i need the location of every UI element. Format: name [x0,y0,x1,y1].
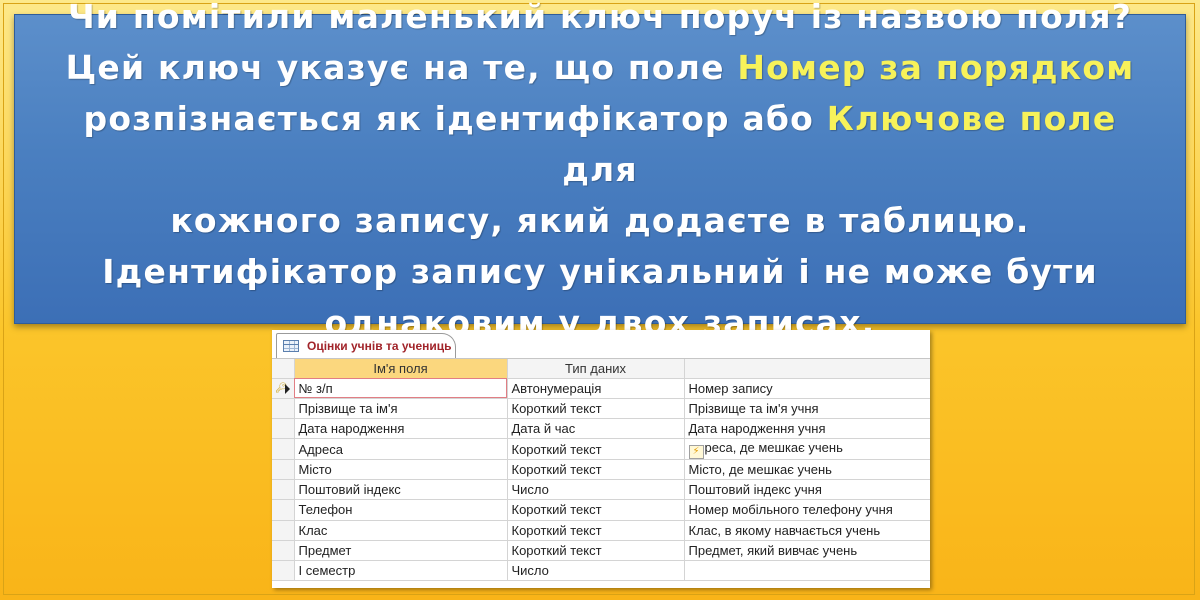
table-icon [283,340,299,352]
data-type-cell[interactable]: Дата й час [507,418,685,440]
table-row[interactable]: Поштовий індекс Число Поштовий індекс уч… [272,479,930,501]
data-type-cell[interactable]: Число [507,560,685,582]
banner-line-2: Цей ключ указує на те, що поле [65,47,738,87]
field-name-cell[interactable]: Місто [294,459,508,480]
table-row[interactable]: Дата народження Дата й час Дата народжен… [272,418,930,440]
row-selector[interactable] [272,479,295,501]
table-design-window: Оцінки учнів та учениць Ім'я поля Тип да… [272,330,930,588]
column-header-data-type[interactable]: Тип даних [507,359,685,379]
field-name-cell[interactable]: № з/п [294,378,508,399]
row-selector[interactable] [272,459,295,480]
highlight-record-number: Номер за порядком [737,47,1135,87]
row-selector[interactable]: 🔑︎ [272,378,295,399]
row-selector[interactable] [272,540,295,562]
field-name-cell[interactable]: Предмет [294,540,508,562]
data-type-cell[interactable]: Автонумерація [507,378,685,399]
table-row[interactable]: Клас Короткий текст Клас, в якому навчає… [272,520,930,541]
primary-key-icon: 🔑︎ [275,382,288,394]
description-text: реса, де мешкає учень [704,439,843,455]
table-row[interactable]: І семестр Число [272,560,930,582]
data-type-cell[interactable]: Короткий текст [507,459,685,480]
description-cell[interactable]: ⚡︎ реса, де мешкає учень [684,438,930,460]
table-row[interactable]: Телефон Короткий текст Номер мобільного … [272,499,930,521]
table-row[interactable]: Місто Короткий текст Місто, де мешкає уч… [272,459,930,480]
banner-line-3: розпізнається як ідентифікатор або [83,98,827,138]
description-cell[interactable]: Поштовий індекс учня [684,479,930,501]
field-name-cell[interactable]: І семестр [294,560,508,582]
row-selector[interactable] [272,418,295,440]
description-cell[interactable]: Клас, в якому навчається учень [684,520,930,541]
row-selector[interactable] [272,520,295,541]
description-cell[interactable]: Дата народження учня [684,418,930,440]
banner-line-5: Ідентифікатор запису унікальний і не мож… [102,251,1098,291]
data-type-cell[interactable]: Короткий текст [507,499,685,521]
grid-header-row: Ім'я поля Тип даних [272,359,930,379]
field-name-cell[interactable]: Адреса [294,438,508,460]
field-name-cell[interactable]: Телефон [294,499,508,521]
data-type-cell[interactable]: Короткий текст [507,398,685,420]
table-row[interactable]: Предмет Короткий текст Предмет, який вив… [272,540,930,562]
current-row-arrow-icon [285,383,290,394]
field-name-cell[interactable]: Прізвище та ім'я [294,398,508,420]
data-type-cell[interactable]: Короткий текст [507,540,685,562]
table-row[interactable]: Адреса Короткий текст ⚡︎ реса, де мешкає … [272,438,930,460]
field-name-cell[interactable]: Дата народження [294,418,508,440]
document-tab-strip: Оцінки учнів та учениць [272,330,930,359]
description-cell[interactable]: Номер мобільного телефону учня [684,499,930,521]
description-cell[interactable]: Номер запису [684,378,930,399]
select-all-corner[interactable] [272,359,295,379]
table-row[interactable]: 🔑︎ № з/п Автонумерація Номер запису [272,378,930,399]
highlight-key-field: Ключове поле [826,98,1117,138]
row-selector[interactable] [272,438,295,460]
banner-line-3-end: для [562,149,638,189]
field-name-cell[interactable]: Клас [294,520,508,541]
row-selector[interactable] [272,560,295,582]
description-cell[interactable]: Предмет, який вивчає учень [684,540,930,562]
column-header-description[interactable] [684,359,930,379]
data-type-cell[interactable]: Число [507,479,685,501]
tab-label: Оцінки учнів та учениць [307,339,452,353]
tab-table-design[interactable]: Оцінки учнів та учениць [276,333,456,358]
info-banner: Чи помітили маленький ключ поруч із назв… [14,0,1186,342]
description-cell[interactable]: Прізвище та ім'я учня [684,398,930,420]
property-update-options-icon[interactable]: ⚡︎ [688,444,704,459]
column-header-field-name[interactable]: Ім'я поля [294,359,508,379]
row-selector[interactable] [272,499,295,521]
banner-text: Чи помітили маленький ключ поруч із назв… [15,0,1185,348]
data-type-cell[interactable]: Короткий текст [507,520,685,541]
row-selector[interactable] [272,398,295,420]
data-type-cell[interactable]: Короткий текст [507,438,685,460]
banner-line-1: Чи помітили маленький ключ поруч із назв… [67,0,1133,36]
field-name-cell[interactable]: Поштовий індекс [294,479,508,501]
banner-line-4: кожного запису, який додаєте в таблицю. [170,200,1030,240]
description-cell[interactable]: Місто, де мешкає учень [684,459,930,480]
description-cell[interactable] [684,560,930,582]
table-row[interactable]: Прізвище та ім'я Короткий текст Прізвище… [272,398,930,420]
field-design-grid: Ім'я поля Тип даних 🔑︎ № з/п Автонумерац… [272,359,930,582]
